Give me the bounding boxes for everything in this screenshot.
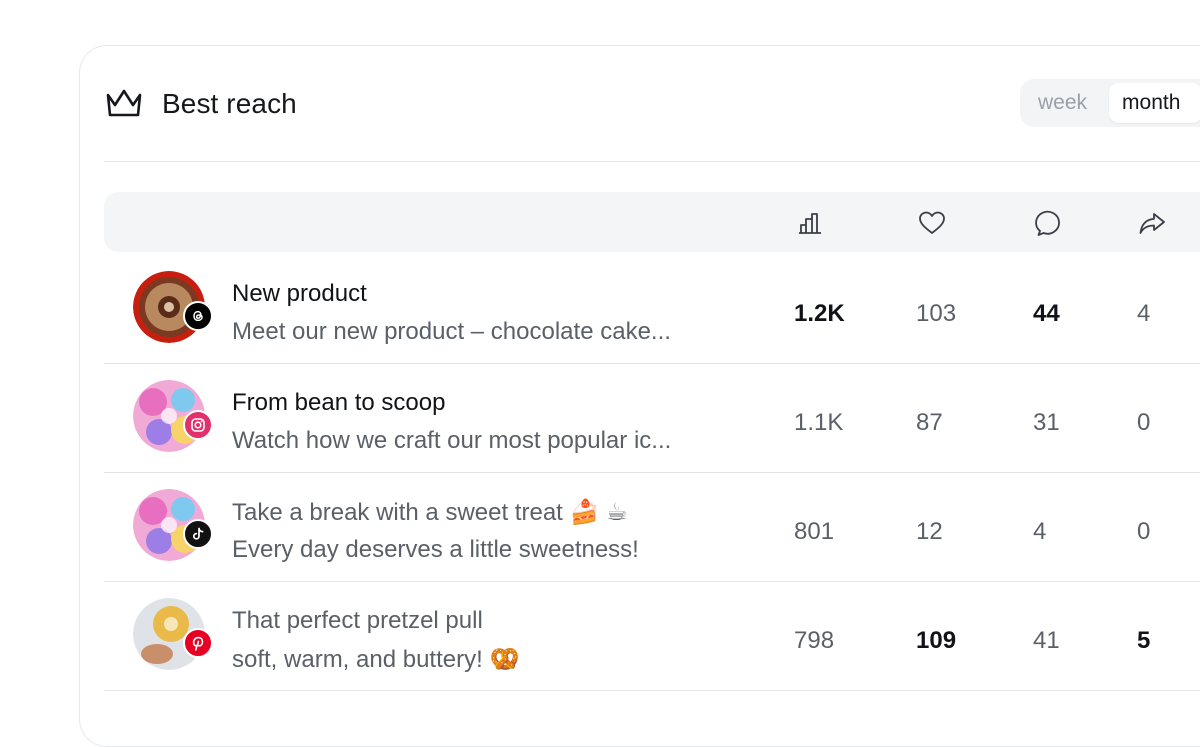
comments-value: 4 — [1033, 518, 1047, 545]
post-subtitle: Meet our new product – chocolate cake... — [232, 318, 671, 345]
post-title: New product — [232, 280, 367, 307]
threads-icon — [183, 301, 213, 331]
reach-value: 1.1K — [794, 409, 844, 436]
comments-value: 41 — [1033, 627, 1060, 654]
post-subtitle: Every day deserves a little sweetness! — [232, 536, 639, 563]
header-divider — [104, 161, 1200, 162]
reach-value: 798 — [794, 627, 835, 654]
reach-value: 801 — [794, 518, 835, 545]
crown-icon — [104, 84, 144, 124]
table-row[interactable]: That perfect pretzel pull soft, warm, an… — [104, 581, 1200, 691]
comments-value: 44 — [1033, 300, 1060, 327]
shares-value: 4 — [1137, 300, 1151, 327]
comment-icon[interactable] — [1034, 209, 1062, 237]
shares-value: 5 — [1137, 627, 1151, 654]
likes-value: 87 — [916, 409, 943, 436]
table-row[interactable]: Take a break with a sweet treat 🍰 ☕ Ever… — [104, 472, 1200, 582]
share-icon[interactable] — [1138, 209, 1166, 237]
table-row[interactable]: From bean to scoop Watch how we craft ou… — [104, 363, 1200, 473]
reach-value: 1.2K — [794, 300, 845, 327]
post-subtitle: Watch how we craft our most popular ic..… — [232, 427, 672, 454]
table-row[interactable]: New product Meet our new product – choco… — [104, 254, 1200, 364]
likes-value: 103 — [916, 300, 957, 327]
likes-value: 12 — [916, 518, 943, 545]
shares-value: 0 — [1137, 409, 1151, 436]
card-header: Best reach — [104, 82, 297, 126]
bar-chart-icon[interactable] — [796, 209, 824, 237]
period-toggle: week month — [1020, 79, 1200, 127]
heart-icon[interactable] — [918, 209, 946, 237]
instagram-icon — [183, 410, 213, 440]
comments-value: 31 — [1033, 409, 1060, 436]
post-title: Take a break with a sweet treat 🍰 ☕ — [232, 499, 628, 526]
post-subtitle: soft, warm, and buttery! 🥨 — [232, 646, 520, 673]
card-title: Best reach — [162, 88, 297, 119]
likes-value: 109 — [916, 627, 957, 654]
pinterest-icon — [183, 628, 213, 658]
period-option-month[interactable]: month — [1109, 83, 1200, 123]
period-option-week[interactable]: week — [1038, 83, 1087, 123]
post-title: That perfect pretzel pull — [232, 607, 483, 634]
post-title: From bean to scoop — [232, 389, 446, 416]
shares-value: 0 — [1137, 518, 1151, 545]
tiktok-icon — [183, 519, 213, 549]
